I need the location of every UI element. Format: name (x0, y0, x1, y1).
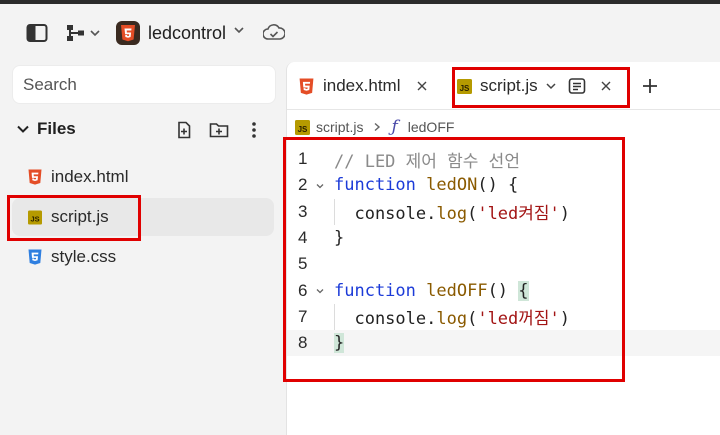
code-token: ledOFF (426, 280, 488, 301)
code-token: ) (559, 204, 571, 225)
project-logo[interactable] (116, 21, 140, 45)
chevron-down-icon[interactable] (545, 80, 557, 92)
line-number: 3 (298, 201, 308, 221)
svg-text:JS: JS (298, 125, 308, 134)
new-folder-icon[interactable] (208, 119, 230, 141)
code-text: } (334, 333, 345, 354)
svg-text:JS: JS (30, 214, 39, 223)
code-token: console. (334, 204, 437, 225)
project-name[interactable]: ledcontrol (148, 22, 226, 44)
branch-icon (67, 25, 84, 41)
code-token: () (487, 280, 519, 301)
plus-icon (643, 79, 657, 93)
breadcrumb-symbol[interactable]: ledOFF (408, 119, 455, 135)
file-item-index-html[interactable]: index.html (12, 158, 274, 196)
code-editor[interactable]: 1// LED 제어 함수 선언 2 function ledON() {3 con… (287, 146, 720, 357)
code-token: function (334, 280, 416, 301)
css-file-icon (28, 249, 42, 265)
tab-label: script.js (480, 76, 538, 95)
code-text: function ledON() { (334, 175, 518, 195)
line-number: 7 (298, 306, 308, 326)
sidebar: Files index.html JS script.js style.css (0, 62, 284, 435)
code-token: ) (559, 309, 571, 330)
code-token: console. (334, 309, 437, 330)
line-number: 4 (298, 228, 308, 248)
code-token: { (518, 280, 529, 301)
tab-label: index.html (323, 76, 401, 95)
code-line[interactable]: 3 console.log('led켜짐') (287, 198, 720, 225)
code-token: ( (467, 204, 478, 225)
code-token: // LED 제어 함수 선언 (334, 151, 520, 172)
fold-chevron-icon[interactable] (315, 181, 325, 191)
editor-panel: index.html JS script.js JS script.js ƒ l (286, 62, 720, 435)
fold-chevron-icon[interactable] (315, 286, 325, 296)
tab-index-html[interactable]: index.html (299, 69, 430, 103)
code-token: function (334, 175, 416, 196)
file-name: script.js (51, 207, 109, 226)
code-token: log (436, 204, 468, 225)
window-edge (0, 0, 720, 4)
more-icon[interactable] (243, 119, 265, 141)
new-tab-button[interactable] (642, 69, 658, 103)
chevron-down-icon[interactable] (233, 24, 245, 36)
close-icon[interactable] (414, 78, 430, 94)
breadcrumb: JS script.js ƒ ledOFF (295, 117, 454, 137)
sidebar-toggle-icon[interactable] (26, 22, 48, 44)
function-icon: ƒ (391, 117, 398, 137)
outline-icon[interactable] (568, 77, 586, 95)
code-line[interactable]: 4} (287, 225, 720, 251)
breadcrumb-file[interactable]: script.js (316, 119, 363, 135)
js-file-icon: JS (295, 119, 310, 135)
chevron-down-icon (90, 30, 100, 37)
chevron-down-icon[interactable] (16, 122, 30, 136)
line-number: 5 (298, 254, 308, 274)
tab-script-js[interactable]: JS script.js (457, 69, 614, 103)
js-file-icon: JS (28, 209, 42, 225)
code-line[interactable]: 8} (287, 330, 720, 357)
sync-check-icon[interactable] (263, 24, 285, 42)
file-item-script-js[interactable]: JS script.js (12, 198, 274, 236)
code-line[interactable]: 6 function ledOFF() { (287, 277, 720, 303)
search-input[interactable] (12, 65, 276, 104)
html-file-icon (299, 78, 315, 95)
code-token: ( (467, 309, 478, 330)
code-text: } (334, 228, 344, 248)
code-token: ledON (426, 175, 478, 196)
close-icon[interactable] (598, 78, 614, 94)
file-item-style-css[interactable]: style.css (12, 238, 274, 276)
code-line[interactable]: 2 function ledON() { (287, 172, 720, 198)
code-token: } (334, 228, 345, 249)
js-file-icon: JS (457, 78, 472, 94)
new-file-icon[interactable] (173, 119, 195, 141)
file-name: style.css (51, 247, 117, 266)
svg-text:JS: JS (460, 84, 470, 93)
html-file-icon (28, 169, 42, 185)
code-token: 'led켜짐' (477, 204, 560, 225)
file-name: index.html (51, 167, 129, 186)
files-title: Files (37, 119, 76, 138)
code-text: console.log('led꺼짐') (334, 304, 570, 329)
editor-tabs: index.html JS script.js (287, 62, 720, 110)
top-bar: ledcontrol (0, 0, 720, 62)
code-token: log (436, 309, 468, 330)
chevron-right-icon (374, 122, 381, 132)
code-line[interactable]: 5 (287, 251, 720, 277)
line-number: 8 (298, 333, 308, 353)
files-section-header[interactable]: Files (12, 118, 276, 142)
code-text: console.log('led켜짐') (334, 199, 570, 224)
line-number: 1 (298, 149, 308, 169)
code-text: // LED 제어 함수 선언 (334, 147, 520, 172)
code-token: } (334, 333, 345, 354)
branch-menu[interactable] (66, 22, 101, 44)
code-line[interactable]: 1 // LED 제어 함수 선언 (287, 146, 720, 172)
code-line[interactable]: 7 console.log('led꺼짐') (287, 303, 720, 331)
code-token: () { (477, 175, 519, 196)
code-token: 'led꺼짐' (477, 309, 560, 330)
code-text: function ledOFF() { (334, 280, 529, 301)
